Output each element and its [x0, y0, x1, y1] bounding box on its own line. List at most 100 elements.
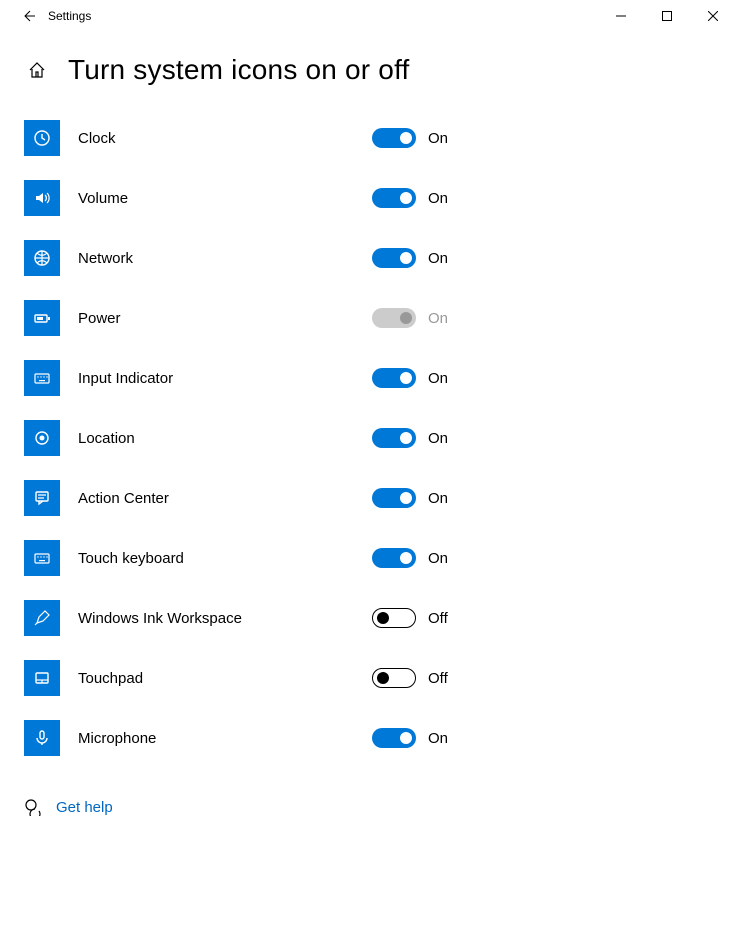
pen-icon — [33, 609, 51, 627]
system-icon-row: Clock On — [24, 108, 712, 168]
toggle-knob — [400, 372, 412, 384]
toggle-state-label: On — [428, 550, 448, 567]
toggle-state-label: On — [428, 730, 448, 747]
toggle-knob — [400, 192, 412, 204]
toggle-wrap: On — [372, 308, 712, 328]
toggle-wrap: On — [372, 248, 712, 268]
toggle-wrap: On — [372, 548, 712, 568]
toggle-knob — [400, 552, 412, 564]
icon-tile — [24, 480, 60, 516]
toggle-wrap: On — [372, 728, 712, 748]
system-icon-row: VolumeOn — [24, 168, 712, 228]
row-label: Clock — [60, 130, 372, 147]
toggle-state-label: On — [428, 310, 448, 327]
icon-tile — [24, 540, 60, 576]
toggle-switch[interactable] — [372, 668, 416, 688]
toggle-knob — [400, 492, 412, 504]
system-icon-row: Microphone On — [24, 708, 712, 768]
system-icons-list: ClockOnVolumeOnNetworkOnPowerOnInput Ind… — [0, 98, 736, 768]
icon-tile — [24, 360, 60, 396]
microphone-icon — [33, 729, 51, 747]
network-icon — [33, 249, 51, 267]
system-icon-row: Power On — [24, 288, 712, 348]
back-button[interactable] — [8, 8, 48, 24]
toggle-knob — [400, 432, 412, 444]
system-icon-row: Input Indicator On — [24, 348, 712, 408]
system-icon-row: Touchpad Off — [24, 648, 712, 708]
toggle-state-label: On — [428, 490, 448, 507]
icon-tile — [24, 420, 60, 456]
toggle-switch — [372, 308, 416, 328]
toggle-switch[interactable] — [372, 488, 416, 508]
icon-tile — [24, 600, 60, 636]
minimize-icon — [616, 11, 626, 21]
clock-icon — [33, 129, 51, 147]
page-title: Turn system icons on or off — [68, 54, 410, 86]
toggle-switch[interactable] — [372, 368, 416, 388]
system-icon-row: LocationOn — [24, 408, 712, 468]
toggle-state-label: Off — [428, 610, 448, 627]
system-icon-row: Windows Ink WorkspaceOff — [24, 588, 712, 648]
toggle-knob — [377, 672, 389, 684]
maximize-button[interactable] — [644, 0, 690, 32]
toggle-switch[interactable] — [372, 128, 416, 148]
home-button[interactable] — [24, 61, 50, 79]
row-label: Touch keyboard — [60, 550, 372, 567]
icon-tile — [24, 240, 60, 276]
toggle-knob — [400, 132, 412, 144]
toggle-switch[interactable] — [372, 188, 416, 208]
toggle-switch[interactable] — [372, 248, 416, 268]
titlebar: Settings — [0, 0, 736, 32]
toggle-switch[interactable] — [372, 728, 416, 748]
back-arrow-icon — [20, 8, 36, 24]
row-label: Network — [60, 250, 372, 267]
row-label: Touchpad — [60, 670, 372, 687]
toggle-wrap: Off — [372, 608, 712, 628]
close-icon — [708, 11, 718, 21]
system-icon-row: Action Center On — [24, 468, 712, 528]
maximize-icon — [662, 11, 672, 21]
close-button[interactable] — [690, 0, 736, 32]
toggle-knob — [400, 732, 412, 744]
help-section: Get help — [0, 768, 736, 846]
page-header: Turn system icons on or off — [0, 32, 736, 98]
row-label: Microphone — [60, 730, 372, 747]
location-icon — [33, 429, 51, 447]
toggle-wrap: On — [372, 188, 712, 208]
volume-icon — [33, 189, 51, 207]
touchpad-icon — [33, 669, 51, 687]
window-controls — [598, 0, 736, 32]
toggle-state-label: On — [428, 430, 448, 447]
toggle-switch[interactable] — [372, 608, 416, 628]
icon-tile — [24, 120, 60, 156]
action-center-icon — [33, 489, 51, 507]
toggle-wrap: On — [372, 368, 712, 388]
help-link[interactable]: Get help — [56, 799, 113, 816]
row-label: Power — [60, 310, 372, 327]
toggle-knob — [377, 612, 389, 624]
toggle-state-label: On — [428, 130, 448, 147]
toggle-switch[interactable] — [372, 428, 416, 448]
toggle-knob — [400, 252, 412, 264]
power-icon — [33, 309, 51, 327]
toggle-wrap: Off — [372, 668, 712, 688]
toggle-state-label: On — [428, 370, 448, 387]
window-title: Settings — [48, 9, 598, 23]
help-icon — [24, 798, 42, 816]
toggle-state-label: On — [428, 190, 448, 207]
icon-tile — [24, 720, 60, 756]
minimize-button[interactable] — [598, 0, 644, 32]
icon-tile — [24, 660, 60, 696]
toggle-wrap: On — [372, 428, 712, 448]
toggle-wrap: On — [372, 128, 712, 148]
system-icon-row: NetworkOn — [24, 228, 712, 288]
toggle-knob — [400, 312, 412, 324]
toggle-switch[interactable] — [372, 548, 416, 568]
icon-tile — [24, 300, 60, 336]
row-label: Action Center — [60, 490, 372, 507]
toggle-wrap: On — [372, 488, 712, 508]
row-label: Input Indicator — [60, 370, 372, 387]
toggle-state-label: Off — [428, 670, 448, 687]
keyboard-icon — [33, 549, 51, 567]
icon-tile — [24, 180, 60, 216]
